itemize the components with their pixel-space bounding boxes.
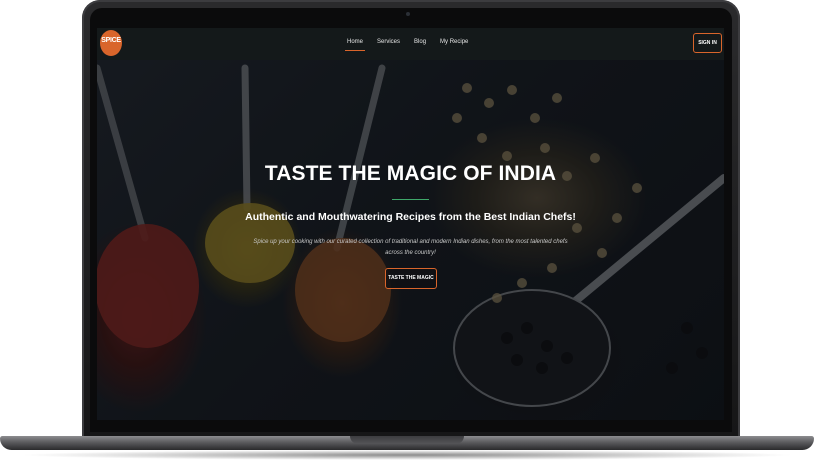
laptop-notch: [350, 436, 464, 444]
taste-the-magic-button[interactable]: TASTE THE MAGIC: [385, 268, 437, 289]
hero-title: TASTE THE MAGIC OF INDIA: [264, 162, 557, 185]
laptop-screen: SPICE Home Services Blog My Recipe SIGN …: [97, 28, 724, 420]
nav-home-link[interactable]: Home: [344, 39, 366, 51]
laptop-mockup: SPICE Home Services Blog My Recipe SIGN …: [0, 0, 814, 474]
nav-blog-link[interactable]: Blog: [414, 39, 426, 45]
hero-description: Spice up your cooking with our curated c…: [253, 239, 568, 256]
sign-in-button[interactable]: SIGN IN: [693, 33, 722, 53]
hero-subtitle: Authentic and Mouthwatering Recipes from…: [245, 211, 576, 223]
nav-services-link[interactable]: Services: [377, 39, 400, 45]
camera-icon: [406, 12, 410, 16]
navbar: SPICE Home Services Blog My Recipe SIGN …: [97, 28, 724, 60]
nav-my-recipe-link[interactable]: My Recipe: [440, 39, 468, 45]
hero-overlay: [97, 28, 724, 420]
spice-logo[interactable]: SPICE: [100, 30, 122, 56]
laptop-shadow: [18, 450, 796, 460]
nav-links: Home Services Blog My Recipe: [344, 39, 482, 51]
hero-divider: [392, 199, 429, 200]
logo-text: SPICE: [101, 37, 121, 44]
